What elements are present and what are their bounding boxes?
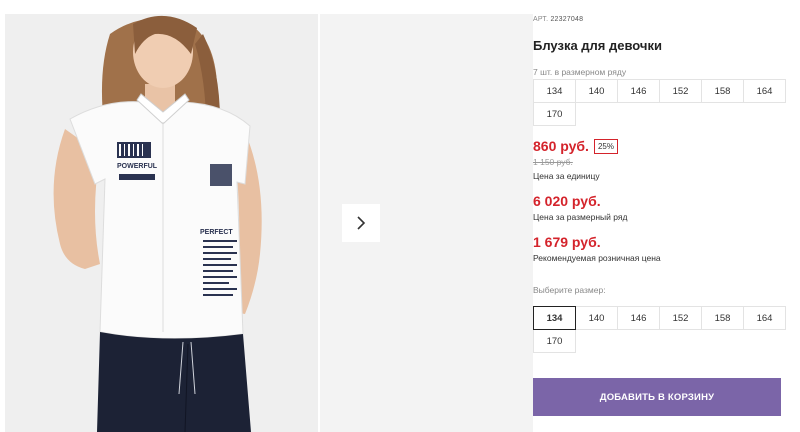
choose-size-label: Выберите размер: bbox=[533, 285, 606, 295]
size-selector: 134 140 146 152 158 164 170 bbox=[533, 306, 786, 353]
set-size-cell: 170 bbox=[533, 102, 576, 126]
size-option[interactable]: 134 bbox=[533, 306, 576, 330]
price-row: 860 руб. 25% bbox=[533, 138, 618, 154]
size-option[interactable]: 152 bbox=[659, 306, 702, 330]
add-to-cart-button[interactable]: ДОБАВИТЬ В КОРЗИНУ bbox=[533, 378, 781, 416]
product-info-panel: АРТ. 22327048 Блузка для девочки 7 шт. в… bbox=[533, 0, 800, 432]
set-size-cell: 152 bbox=[659, 79, 702, 103]
size-option[interactable]: 158 bbox=[701, 306, 744, 330]
chevron-right-icon bbox=[357, 216, 366, 230]
size-option[interactable]: 170 bbox=[533, 329, 576, 353]
set-price: 6 020 руб. bbox=[533, 193, 601, 209]
current-price: 860 руб. bbox=[533, 138, 589, 154]
set-size-grid: 134 140 146 152 158 164 170 bbox=[533, 79, 786, 126]
article-value: 22327048 bbox=[550, 16, 584, 23]
svg-text:PERFECT: PERFECT bbox=[200, 229, 233, 236]
set-note: 7 шт. в размерном ряду bbox=[533, 67, 627, 77]
next-photo-button[interactable] bbox=[342, 204, 380, 242]
retail-price-caption: Рекомендуемая розничная цена bbox=[533, 253, 661, 263]
set-size-cell: 146 bbox=[617, 79, 660, 103]
product-photo[interactable]: POWERFUL PERFECT bbox=[5, 14, 318, 432]
set-size-cell: 164 bbox=[743, 79, 786, 103]
discount-badge: 25% bbox=[593, 138, 618, 154]
article-number: АРТ. 22327048 bbox=[533, 16, 583, 23]
retail-price: 1 679 руб. bbox=[533, 234, 601, 250]
unit-price-caption: Цена за единицу bbox=[533, 171, 600, 181]
old-price: 1 150 руб. bbox=[533, 157, 573, 167]
size-option[interactable]: 164 bbox=[743, 306, 786, 330]
set-size-cell: 140 bbox=[575, 79, 618, 103]
article-label: АРТ. bbox=[533, 16, 549, 23]
product-title: Блузка для девочки bbox=[533, 38, 662, 53]
set-price-caption: Цена за размерный ряд bbox=[533, 212, 628, 222]
set-size-cell: 134 bbox=[533, 79, 576, 103]
product-gallery: POWERFUL PERFECT bbox=[0, 14, 533, 432]
set-size-cell: 158 bbox=[701, 79, 744, 103]
product-photo-illustration: POWERFUL PERFECT bbox=[5, 14, 318, 432]
svg-text:POWERFUL: POWERFUL bbox=[117, 163, 158, 170]
size-option[interactable]: 140 bbox=[575, 306, 618, 330]
size-option[interactable]: 146 bbox=[617, 306, 660, 330]
